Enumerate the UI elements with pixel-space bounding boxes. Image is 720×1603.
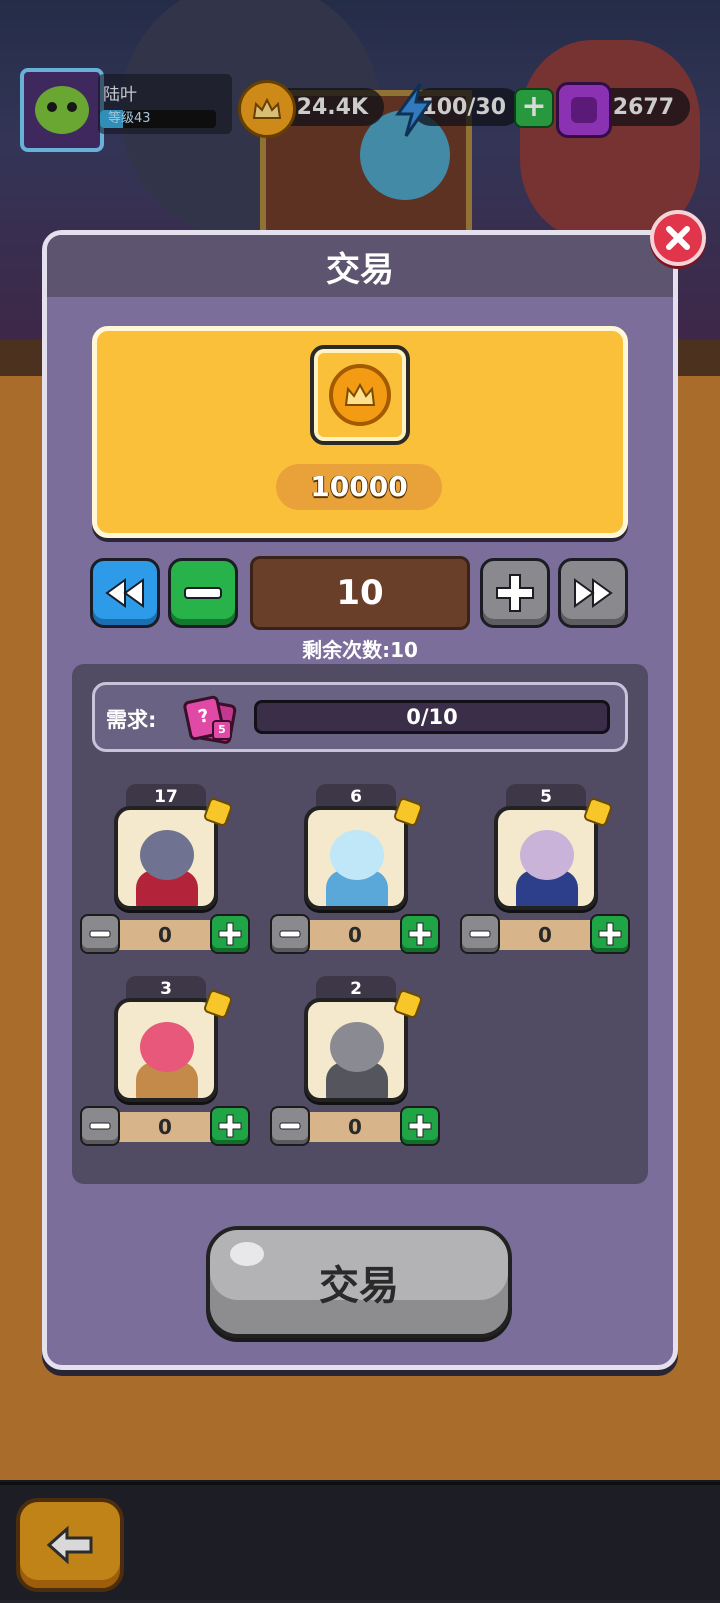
hero-plus-button[interactable] [590, 914, 630, 954]
hero-slot: 5 0 [460, 784, 640, 964]
min-quantity-button[interactable] [90, 558, 160, 628]
hero-minus-button[interactable] [270, 1106, 310, 1146]
hero-plus-button[interactable] [210, 914, 250, 954]
hero-quantity-stepper: 0 [270, 914, 442, 954]
increase-quantity-button[interactable] [480, 558, 550, 628]
close-icon [666, 226, 690, 250]
hero-plus-button[interactable] [400, 914, 440, 954]
reward-amount: 10000 [276, 464, 442, 510]
hero-portrait-spider[interactable] [114, 998, 218, 1102]
hero-selected-count: 0 [158, 1115, 172, 1139]
max-quantity-button[interactable] [558, 558, 628, 628]
hero-selected-count: 0 [348, 1115, 362, 1139]
hero-quantity-stepper: 0 [80, 1106, 252, 1146]
hero-minus-button[interactable] [270, 914, 310, 954]
hero-plus-button[interactable] [210, 1106, 250, 1146]
hero-portrait-ice-mage[interactable] [304, 806, 408, 910]
quantity-display: 10 [250, 556, 470, 630]
card-badge: 5 [212, 720, 232, 740]
hero-minus-button[interactable] [80, 1106, 120, 1146]
hero-portrait-demon[interactable] [114, 806, 218, 910]
requirement-label: 需求: [106, 708, 157, 732]
crown-coin-icon [329, 364, 391, 426]
hero-slot: 6 0 [270, 784, 450, 964]
hero-portrait-samurai[interactable] [494, 806, 598, 910]
hero-quantity-stepper: 0 [80, 914, 252, 954]
decrease-quantity-button[interactable] [168, 558, 238, 628]
hero-minus-button[interactable] [460, 914, 500, 954]
reward-item[interactable] [310, 345, 410, 445]
hero-quantity-stepper: 0 [270, 1106, 442, 1146]
hero-plus-button[interactable] [400, 1106, 440, 1146]
hero-quantity-stepper: 0 [460, 914, 632, 954]
trade-button-label: 交易 [319, 1263, 399, 1309]
hero-slot: 17 0 [80, 784, 260, 964]
fast-forward-icon [574, 578, 613, 608]
hero-slot: 2 0 [270, 976, 450, 1156]
dialog-title: 交易 [47, 235, 673, 297]
close-button[interactable] [650, 210, 706, 266]
minus-icon [184, 587, 222, 599]
hero-slot: 3 0 [80, 976, 260, 1156]
rewind-icon [105, 578, 144, 608]
requirement-progress-text: 0/10 [406, 705, 458, 729]
hero-selected-count: 0 [538, 923, 552, 947]
hero-portrait-ninja[interactable] [304, 998, 408, 1102]
hero-selected-count: 0 [158, 923, 172, 947]
hero-minus-button[interactable] [80, 914, 120, 954]
plus-icon [496, 574, 534, 612]
remaining-trades: 剩余次数:10 [302, 638, 418, 662]
trade-button[interactable]: 交易 [206, 1226, 512, 1338]
hero-selected-count: 0 [348, 923, 362, 947]
